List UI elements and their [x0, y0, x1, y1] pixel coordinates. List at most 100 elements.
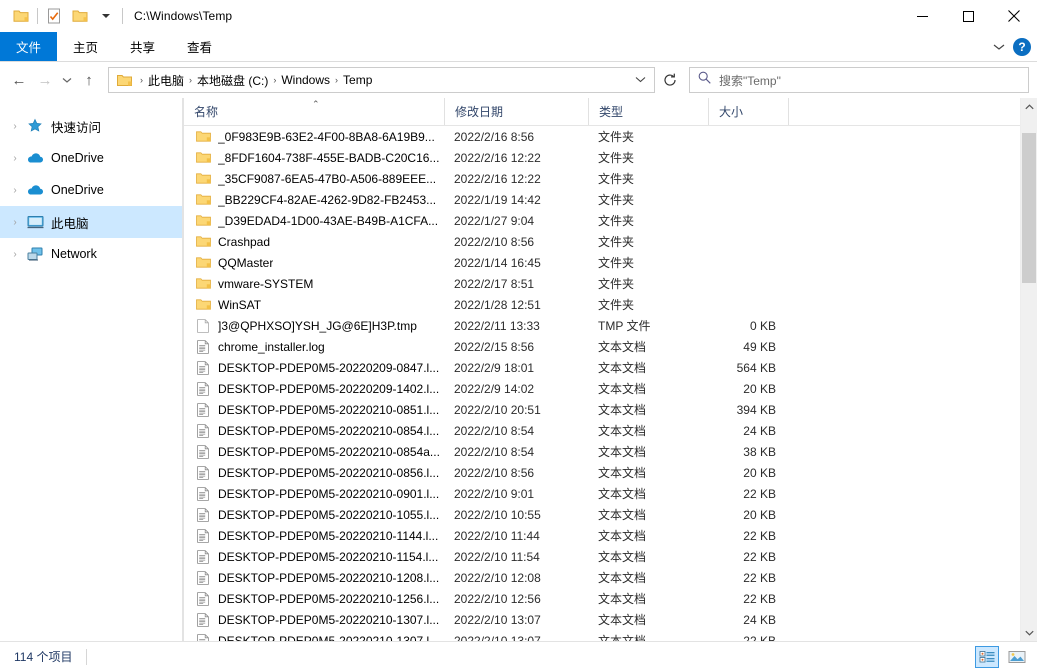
- table-row[interactable]: DESKTOP-PDEP0M5-20220209-0847.l...2022/2…: [184, 357, 1020, 378]
- minimize-button[interactable]: [899, 0, 945, 32]
- table-row[interactable]: _D39EDAD4-1D00-43AE-B49B-A1CFA...2022/1/…: [184, 210, 1020, 231]
- table-row[interactable]: _35CF9087-6EA5-47B0-A506-889EEE...2022/2…: [184, 168, 1020, 189]
- file-name-cell[interactable]: DESKTOP-PDEP0M5-20220210-1208.l...: [184, 570, 444, 586]
- table-row[interactable]: ]3@QPHXSO]YSH_JG@6E]H3P.tmp2022/2/11 13:…: [184, 315, 1020, 336]
- scrollbar-thumb[interactable]: [1022, 133, 1036, 283]
- column-header-date[interactable]: 修改日期: [444, 98, 588, 125]
- table-row[interactable]: QQMaster2022/1/14 16:45文件夹: [184, 252, 1020, 273]
- scroll-down-arrow-icon[interactable]: [1021, 624, 1037, 641]
- sidebar-item-onedrive-2[interactable]: › OneDrive: [0, 174, 183, 206]
- chevron-right-icon[interactable]: ›: [6, 185, 24, 196]
- file-name-cell[interactable]: DESKTOP-PDEP0M5-20220209-1402.l...: [184, 381, 444, 397]
- table-row[interactable]: _0F983E9B-63E2-4F00-8BA8-6A19B9...2022/2…: [184, 126, 1020, 147]
- column-header-name[interactable]: 名称 ⌃: [184, 98, 444, 125]
- scroll-up-arrow-icon[interactable]: [1021, 98, 1037, 115]
- table-row[interactable]: chrome_installer.log2022/2/15 8:56文本文档49…: [184, 336, 1020, 357]
- table-row[interactable]: DESKTOP-PDEP0M5-20220210-0851.l...2022/2…: [184, 399, 1020, 420]
- new-folder-icon[interactable]: [67, 3, 93, 29]
- forward-button[interactable]: →: [32, 67, 58, 93]
- tab-share[interactable]: 共享: [114, 32, 171, 61]
- file-name-cell[interactable]: DESKTOP-PDEP0M5-20220210-0854.l...: [184, 423, 444, 439]
- tab-file[interactable]: 文件: [0, 32, 57, 61]
- details-view-button[interactable]: [975, 646, 999, 668]
- breadcrumb-item-0[interactable]: 此电脑: [144, 71, 188, 90]
- up-button[interactable]: ↑: [76, 67, 102, 93]
- status-bar: 114 个项目: [0, 641, 1037, 671]
- chevron-right-icon[interactable]: ›: [6, 249, 24, 260]
- table-row[interactable]: vmware-SYSTEM2022/2/17 8:51文件夹: [184, 273, 1020, 294]
- file-name-cell[interactable]: _35CF9087-6EA5-47B0-A506-889EEE...: [184, 171, 444, 187]
- table-row[interactable]: _BB229CF4-82AE-4262-9D82-FB2453...2022/1…: [184, 189, 1020, 210]
- sidebar-item-network[interactable]: › Network: [0, 238, 183, 270]
- table-row[interactable]: WinSAT2022/1/28 12:51文件夹: [184, 294, 1020, 315]
- maximize-button[interactable]: [945, 0, 991, 32]
- vertical-scrollbar[interactable]: [1020, 98, 1037, 641]
- file-name-cell[interactable]: DESKTOP-PDEP0M5-20220210-0856.l...: [184, 465, 444, 481]
- file-name-cell[interactable]: vmware-SYSTEM: [184, 276, 444, 292]
- file-name-cell[interactable]: DESKTOP-PDEP0M5-20220210-1144.l...: [184, 528, 444, 544]
- table-row[interactable]: DESKTOP-PDEP0M5-20220209-1402.l...2022/2…: [184, 378, 1020, 399]
- column-header-type[interactable]: 类型: [588, 98, 708, 125]
- sidebar-item-this-pc[interactable]: › 此电脑: [0, 206, 183, 238]
- chevron-right-icon[interactable]: ›: [6, 121, 24, 132]
- sidebar-item-onedrive-1[interactable]: › OneDrive: [0, 142, 183, 174]
- table-row[interactable]: DESKTOP-PDEP0M5-20220210-1256.l...2022/2…: [184, 588, 1020, 609]
- file-name-cell[interactable]: DESKTOP-PDEP0M5-20220210-1154.l...: [184, 549, 444, 565]
- chevron-down-icon[interactable]: [993, 38, 1005, 56]
- sidebar-item-quick-access[interactable]: › 快速访问: [0, 110, 183, 142]
- table-row[interactable]: DESKTOP-PDEP0M5-20220210-0901.l...2022/2…: [184, 483, 1020, 504]
- file-name-cell[interactable]: DESKTOP-PDEP0M5-20220210-1055.l...: [184, 507, 444, 523]
- column-header-size[interactable]: 大小: [708, 98, 788, 125]
- file-name-cell[interactable]: DESKTOP-PDEP0M5-20220210-1307.l...: [184, 612, 444, 628]
- breadcrumb-item-3[interactable]: Temp: [339, 72, 376, 88]
- breadcrumb-item-1[interactable]: 本地磁盘 (C:): [193, 71, 272, 90]
- file-name-cell[interactable]: DESKTOP-PDEP0M5-20220210-0851.l...: [184, 402, 444, 418]
- recent-locations-button[interactable]: [58, 67, 76, 93]
- file-date-cell: 2022/2/10 11:54: [444, 550, 588, 564]
- file-name-cell[interactable]: _BB229CF4-82AE-4262-9D82-FB2453...: [184, 192, 444, 208]
- file-name-cell[interactable]: chrome_installer.log: [184, 339, 444, 355]
- address-box[interactable]: › 此电脑 › 本地磁盘 (C:) › Windows › Temp: [108, 67, 655, 93]
- chevron-down-icon[interactable]: [630, 75, 650, 85]
- file-name-cell[interactable]: Crashpad: [184, 234, 444, 250]
- file-name-cell[interactable]: DESKTOP-PDEP0M5-20220210-1307.l...: [184, 633, 444, 642]
- file-name-cell[interactable]: DESKTOP-PDEP0M5-20220210-0854a...: [184, 444, 444, 460]
- file-name-cell[interactable]: _0F983E9B-63E2-4F00-8BA8-6A19B9...: [184, 129, 444, 145]
- file-name-cell[interactable]: ]3@QPHXSO]YSH_JG@6E]H3P.tmp: [184, 318, 444, 334]
- tab-view[interactable]: 查看: [171, 32, 228, 61]
- scrollbar-track[interactable]: [1021, 115, 1037, 624]
- file-name-cell[interactable]: WinSAT: [184, 297, 444, 313]
- table-row[interactable]: DESKTOP-PDEP0M5-20220210-1144.l...2022/2…: [184, 525, 1020, 546]
- table-row[interactable]: DESKTOP-PDEP0M5-20220210-0854.l...2022/2…: [184, 420, 1020, 441]
- file-name-cell[interactable]: _8FDF1604-738F-455E-BADB-C20C16...: [184, 150, 444, 166]
- breadcrumb-item-2[interactable]: Windows: [277, 72, 334, 88]
- file-size-cell: 20 KB: [708, 382, 788, 396]
- folder-icon[interactable]: [8, 3, 34, 29]
- table-row[interactable]: Crashpad2022/2/10 8:56文件夹: [184, 231, 1020, 252]
- close-button[interactable]: [991, 0, 1037, 32]
- table-row[interactable]: DESKTOP-PDEP0M5-20220210-1055.l...2022/2…: [184, 504, 1020, 525]
- table-row[interactable]: DESKTOP-PDEP0M5-20220210-0854a...2022/2/…: [184, 441, 1020, 462]
- table-row[interactable]: DESKTOP-PDEP0M5-20220210-0856.l...2022/2…: [184, 462, 1020, 483]
- table-row[interactable]: DESKTOP-PDEP0M5-20220210-1307.l...2022/2…: [184, 609, 1020, 630]
- properties-icon[interactable]: [41, 3, 67, 29]
- file-name-cell[interactable]: DESKTOP-PDEP0M5-20220209-0847.l...: [184, 360, 444, 376]
- refresh-icon[interactable]: [657, 67, 683, 93]
- back-button[interactable]: ←: [6, 67, 32, 93]
- large-icons-view-button[interactable]: [1005, 646, 1029, 668]
- file-name-cell[interactable]: DESKTOP-PDEP0M5-20220210-1256.l...: [184, 591, 444, 607]
- chevron-right-icon[interactable]: ›: [6, 153, 24, 164]
- file-name-cell[interactable]: _D39EDAD4-1D00-43AE-B49B-A1CFA...: [184, 213, 444, 229]
- table-row[interactable]: DESKTOP-PDEP0M5-20220210-1307.l...2022/2…: [184, 630, 1020, 641]
- tab-home[interactable]: 主页: [57, 32, 114, 61]
- file-name-cell[interactable]: DESKTOP-PDEP0M5-20220210-0901.l...: [184, 486, 444, 502]
- table-row[interactable]: DESKTOP-PDEP0M5-20220210-1208.l...2022/2…: [184, 567, 1020, 588]
- chevron-right-icon[interactable]: ›: [6, 217, 24, 228]
- table-row[interactable]: _8FDF1604-738F-455E-BADB-C20C16...2022/2…: [184, 147, 1020, 168]
- chevron-down-icon[interactable]: [93, 3, 119, 29]
- help-icon[interactable]: ?: [1013, 38, 1031, 56]
- toolbar-divider-2: [122, 8, 123, 24]
- file-name-cell[interactable]: QQMaster: [184, 255, 444, 271]
- search-input[interactable]: 搜索"Temp": [689, 67, 1029, 93]
- table-row[interactable]: DESKTOP-PDEP0M5-20220210-1154.l...2022/2…: [184, 546, 1020, 567]
